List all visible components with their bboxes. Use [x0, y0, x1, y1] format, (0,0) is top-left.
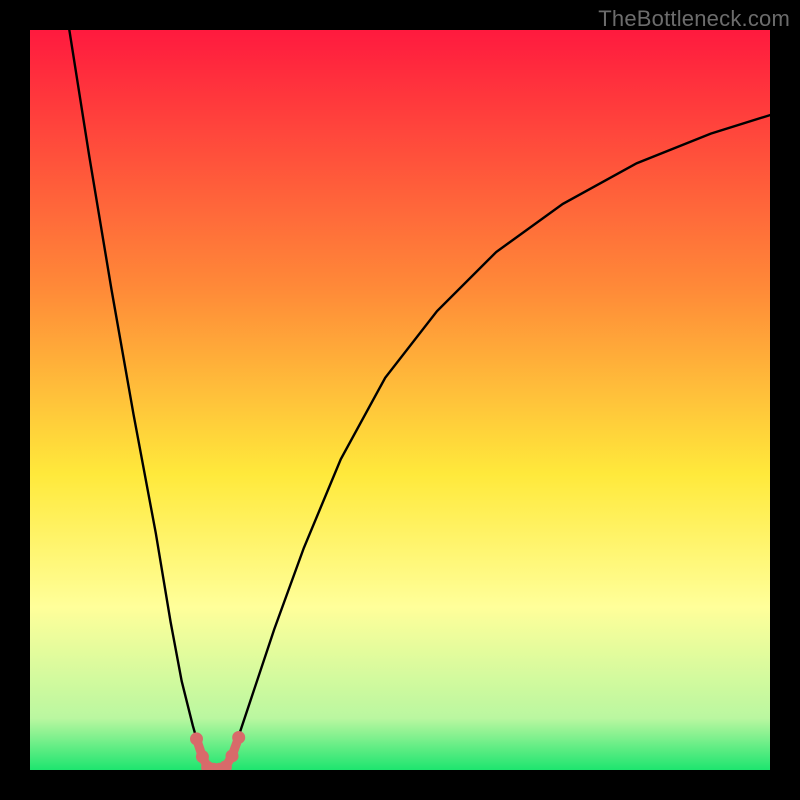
- valley-marker: [219, 761, 232, 770]
- valley-marker: [190, 732, 203, 745]
- valley-marker: [201, 761, 214, 770]
- valley-marker: [213, 763, 226, 770]
- valley-marker: [207, 763, 220, 770]
- valley-marker: [232, 731, 245, 744]
- plot-area: [30, 30, 770, 770]
- chart-stage: TheBottleneck.com: [0, 0, 800, 800]
- curve-right-branch: [221, 115, 770, 768]
- valley-marker: [196, 750, 209, 763]
- watermark-text: TheBottleneck.com: [598, 6, 790, 32]
- valley-markers: [190, 731, 245, 770]
- chart-svg: [30, 30, 770, 770]
- valley-stroke: [197, 737, 239, 769]
- gradient-background: [30, 30, 770, 770]
- curve-left-branch: [67, 30, 209, 769]
- valley-marker: [226, 749, 239, 762]
